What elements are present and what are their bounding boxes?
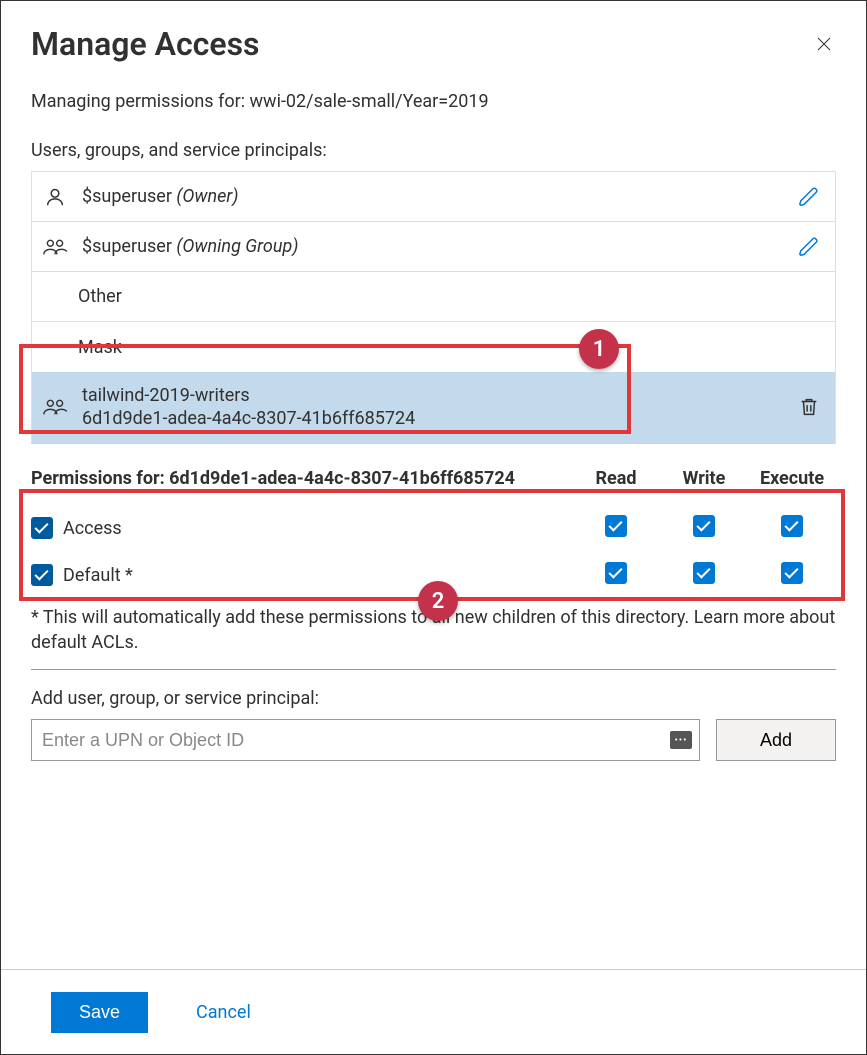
picker-icon[interactable]: ••• xyxy=(670,731,692,749)
principal-row-other[interactable]: Other xyxy=(32,272,835,322)
pencil-icon xyxy=(798,186,820,208)
principals-list: $superuser (Owner) $superuser (Owning Gr… xyxy=(31,171,836,444)
principal-row-owner[interactable]: $superuser (Owner) xyxy=(32,172,835,222)
principal-row-owning-group[interactable]: $superuser (Owning Group) xyxy=(32,222,835,272)
trash-icon xyxy=(798,396,820,418)
pencil-icon xyxy=(798,236,820,258)
footer: Save Cancel xyxy=(1,969,866,1054)
principal-row-mask[interactable]: Mask xyxy=(32,322,835,372)
context-path: Managing permissions for: wwi-02/sale-sm… xyxy=(31,91,836,112)
access-read-checkbox[interactable] xyxy=(605,515,627,537)
default-acl-note: * This will automatically add these perm… xyxy=(31,605,836,670)
perm-row-default: Default * xyxy=(31,552,836,599)
principal-selected-id: 6d1d9de1-adea-4a4c-8307-41b6ff685724 xyxy=(82,407,783,430)
upn-input[interactable] xyxy=(31,719,700,761)
access-execute-checkbox[interactable] xyxy=(781,515,803,537)
save-button[interactable]: Save xyxy=(51,992,148,1033)
principal-row-selected[interactable]: tailwind-2019-writers 6d1d9de1-adea-4a4c… xyxy=(32,372,835,444)
col-read: Read xyxy=(572,468,660,489)
user-icon xyxy=(40,186,70,208)
perm-row-label: Access xyxy=(63,518,122,539)
group-icon xyxy=(40,236,70,258)
principal-name: Other xyxy=(40,286,823,307)
close-icon xyxy=(815,35,833,53)
edit-owning-group-button[interactable] xyxy=(795,236,823,258)
delete-principal-button[interactable] xyxy=(795,396,823,418)
permissions-for-label: Permissions for: 6d1d9de1-adea-4a4c-8307… xyxy=(31,468,572,489)
default-read-checkbox[interactable] xyxy=(605,562,627,584)
default-write-checkbox[interactable] xyxy=(693,562,715,584)
permissions-header: Permissions for: 6d1d9de1-adea-4a4c-8307… xyxy=(31,468,836,489)
principals-label: Users, groups, and service principals: xyxy=(31,140,836,161)
principal-role: (Owning Group) xyxy=(176,236,298,257)
perm-row-label: Default * xyxy=(63,565,133,586)
edit-owner-button[interactable] xyxy=(795,186,823,208)
col-execute: Execute xyxy=(748,468,836,489)
principal-name: Mask xyxy=(40,337,823,358)
default-execute-checkbox[interactable] xyxy=(781,562,803,584)
add-button[interactable]: Add xyxy=(716,719,836,761)
access-enable-checkbox[interactable] xyxy=(31,517,53,539)
add-principal-label: Add user, group, or service principal: xyxy=(31,688,836,709)
principal-selected-name: tailwind-2019-writers xyxy=(82,384,783,407)
perm-row-access: Access xyxy=(31,505,836,552)
principal-name: $superuser xyxy=(82,186,172,207)
cancel-link[interactable]: Cancel xyxy=(196,1002,251,1023)
access-write-checkbox[interactable] xyxy=(693,515,715,537)
principal-name: $superuser xyxy=(82,236,172,257)
group-icon xyxy=(40,396,70,418)
principal-role: (Owner) xyxy=(176,186,238,207)
close-button[interactable] xyxy=(812,32,836,56)
page-title: Manage Access xyxy=(31,25,259,63)
default-enable-checkbox[interactable] xyxy=(31,564,53,586)
col-write: Write xyxy=(660,468,748,489)
